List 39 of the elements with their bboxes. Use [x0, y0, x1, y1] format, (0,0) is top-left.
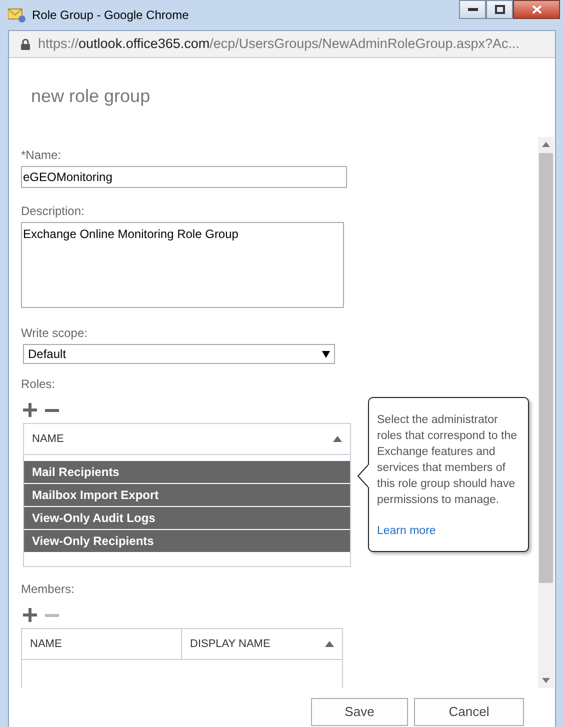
role-row[interactable]: Mailbox Import Export	[24, 484, 350, 506]
name-field[interactable]: eGEOMonitoring	[21, 166, 347, 188]
save-button[interactable]: Save	[311, 698, 408, 726]
scrollbar[interactable]	[538, 137, 554, 688]
field-label: Members:	[21, 581, 76, 598]
minimize-button[interactable]	[459, 0, 486, 19]
envelope-icon	[8, 7, 26, 23]
scrollbar-thumb[interactable]	[539, 153, 553, 583]
maximize-button[interactable]	[486, 0, 513, 19]
scroll-down-icon[interactable]	[542, 678, 550, 683]
cancel-button[interactable]: Cancel	[414, 698, 524, 726]
field-label: *Name:	[21, 147, 62, 164]
field-label: Description:	[21, 203, 86, 220]
field-label: Roles:	[21, 376, 56, 393]
role-row[interactable]: Mail Recipients	[24, 461, 350, 483]
lock-icon	[21, 38, 30, 50]
close-icon	[532, 5, 542, 14]
minimize-icon	[468, 8, 478, 11]
sort-arrow-icon	[333, 436, 342, 442]
close-button[interactable]	[513, 0, 560, 19]
dropdown-arrow-icon	[322, 350, 330, 358]
column-header[interactable]: NAME	[24, 424, 350, 455]
column-header[interactable]: NAME	[22, 629, 182, 659]
maximize-icon	[494, 5, 504, 14]
role-row[interactable]: View-Only Recipients	[24, 530, 350, 552]
sort-arrow-icon	[325, 641, 334, 647]
add-icon[interactable]	[23, 403, 37, 417]
column-header[interactable]: DISPLAY NAME	[182, 629, 342, 659]
window-title: Role Group - Google Chrome	[32, 7, 189, 24]
learn-more-link[interactable]: Learn more	[377, 525, 436, 537]
field-label: Write scope:	[21, 325, 88, 342]
add-icon[interactable]	[23, 608, 37, 622]
description-field[interactable]: Exchange Online Monitoring Role Group	[21, 222, 344, 308]
tooltip-text: Select the administrator roles that correspond to the Exchange features and services that members of this role group should have permissions to manage.	[377, 413, 518, 508]
remove-icon[interactable]	[45, 408, 59, 412]
role-row[interactable]: View-Only Audit Logs	[24, 507, 350, 529]
scroll-up-icon[interactable]	[542, 142, 550, 147]
page-heading: new role group	[30, 85, 152, 108]
write-scope-dropdown[interactable]: Default	[23, 344, 335, 364]
